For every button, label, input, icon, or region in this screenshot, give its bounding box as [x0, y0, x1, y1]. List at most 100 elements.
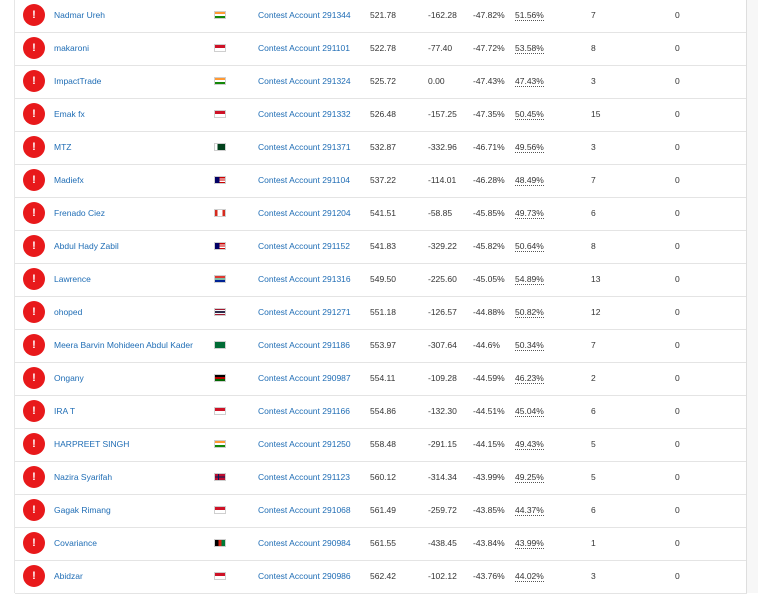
- winrate-percent[interactable]: 44.37%: [515, 506, 544, 516]
- alert-icon: !: [23, 565, 45, 587]
- winrate-percent[interactable]: 49.56%: [515, 143, 544, 153]
- table-row[interactable]: ! Lawrence Contest Account 291316 549.50 -22…: [15, 263, 747, 297]
- gain-percent: -43.84%: [473, 538, 505, 548]
- trades-count: 3: [591, 76, 596, 86]
- alert-icon: !: [23, 367, 45, 389]
- trader-name-link[interactable]: Meera Barvin Mohideen Abdul Kader: [54, 329, 193, 362]
- winrate-percent[interactable]: 53.58%: [515, 44, 544, 54]
- table-row[interactable]: ! Gagak Rimang Contest Account 291068 561.4…: [15, 494, 747, 528]
- account-link[interactable]: Contest Account 291324: [258, 65, 351, 98]
- trader-name-link[interactable]: Emak fx: [54, 98, 85, 131]
- table-row[interactable]: ! ohoped Contest Account 291271 551.18 -126.…: [15, 296, 747, 330]
- account-link[interactable]: Contest Account 290984: [258, 527, 351, 560]
- country-flag-icon: [214, 374, 226, 382]
- trader-name-link[interactable]: ImpactTrade: [54, 65, 101, 98]
- account-link[interactable]: Contest Account 291204: [258, 197, 351, 230]
- account-link[interactable]: Contest Account 291344: [258, 0, 351, 32]
- account-link[interactable]: Contest Account 291271: [258, 296, 351, 329]
- account-link[interactable]: Contest Account 291068: [258, 494, 351, 527]
- table-row[interactable]: ! Nazira Syarifah Contest Account 291123 56…: [15, 461, 747, 495]
- trader-name-link[interactable]: Abidzar: [54, 560, 83, 593]
- trader-name-link[interactable]: makaroni: [54, 32, 89, 65]
- winrate-percent[interactable]: 48.49%: [515, 176, 544, 186]
- winrate-percent[interactable]: 50.45%: [515, 110, 544, 120]
- table-row[interactable]: ! Ongany Contest Account 290987 554.11 -109.…: [15, 362, 747, 396]
- trader-name-link[interactable]: Covariance: [54, 527, 97, 560]
- profit-value: -132.30: [428, 406, 457, 416]
- table-row[interactable]: ! IRA T Contest Account 291166 554.86 -132.3…: [15, 395, 747, 429]
- extra-value: 0: [675, 43, 680, 53]
- trader-name-link[interactable]: Nadmar Ureh: [54, 0, 105, 32]
- trader-name-link[interactable]: Frenado Ciez: [54, 197, 105, 230]
- winrate-percent[interactable]: 44.02%: [515, 572, 544, 582]
- winrate-percent[interactable]: 49.25%: [515, 473, 544, 483]
- country-flag-icon: [214, 77, 226, 85]
- trader-name-link[interactable]: Ongany: [54, 362, 84, 395]
- table-row[interactable]: ! MTZ Contest Account 291371 532.87 -332.96 -…: [15, 131, 747, 165]
- equity-value: 526.48: [370, 109, 396, 119]
- table-row[interactable]: ! Emak fx Contest Account 291332 526.48 -157…: [15, 98, 747, 132]
- table-row[interactable]: ! Frenado Ciez Contest Account 291204 541.5…: [15, 197, 747, 231]
- account-link[interactable]: Contest Account 291123: [258, 461, 350, 494]
- alert-icon: !: [23, 532, 45, 554]
- table-row[interactable]: ! Meera Barvin Mohideen Abdul Kader Contes…: [15, 329, 747, 363]
- country-flag-icon: [214, 572, 226, 580]
- gain-percent: -47.43%: [473, 76, 505, 86]
- winrate-percent[interactable]: 50.34%: [515, 341, 544, 351]
- leaderboard-table: ! Nadmar Ureh Contest Account 291344 521.78…: [14, 0, 748, 594]
- account-link[interactable]: Contest Account 290986: [258, 560, 351, 593]
- alert-icon: !: [23, 334, 45, 356]
- trader-name-link[interactable]: IRA T: [54, 395, 75, 428]
- trades-count: 3: [591, 571, 596, 581]
- account-link[interactable]: Contest Account 291316: [258, 263, 351, 296]
- trader-name-link[interactable]: HARPREET SINGH: [54, 428, 129, 461]
- winrate-percent[interactable]: 49.43%: [515, 440, 544, 450]
- extra-value: 0: [675, 76, 680, 86]
- account-link[interactable]: Contest Account 291332: [258, 98, 351, 131]
- account-link[interactable]: Contest Account 291186: [258, 329, 350, 362]
- table-row[interactable]: ! Abidzar Contest Account 290986 562.42 -102…: [15, 560, 747, 594]
- account-link[interactable]: Contest Account 291166: [258, 395, 350, 428]
- equity-value: 553.97: [370, 340, 396, 350]
- table-row[interactable]: ! Abdul Hady Zabil Contest Account 291152 5…: [15, 230, 747, 264]
- winrate-percent[interactable]: 45.04%: [515, 407, 544, 417]
- winrate-percent[interactable]: 47.43%: [515, 77, 544, 87]
- equity-value: 537.22: [370, 175, 396, 185]
- alert-icon: !: [23, 37, 45, 59]
- profit-value: 0.00: [428, 76, 445, 86]
- account-link[interactable]: Contest Account 290987: [258, 362, 351, 395]
- table-row[interactable]: ! Madiefx Contest Account 291104 537.22 -114…: [15, 164, 747, 198]
- winrate-percent[interactable]: 50.64%: [515, 242, 544, 252]
- equity-value: 541.83: [370, 241, 396, 251]
- trader-name-link[interactable]: Abdul Hady Zabil: [54, 230, 119, 263]
- winrate-percent[interactable]: 46.23%: [515, 374, 544, 384]
- trader-name-link[interactable]: ohoped: [54, 296, 82, 329]
- trader-name-link[interactable]: Gagak Rimang: [54, 494, 111, 527]
- profit-value: -332.96: [428, 142, 457, 152]
- scrollbar-track[interactable]: [746, 0, 758, 593]
- table-row[interactable]: ! Covariance Contest Account 290984 561.55 -…: [15, 527, 747, 561]
- trader-name-link[interactable]: Lawrence: [54, 263, 91, 296]
- winrate-percent[interactable]: 54.89%: [515, 275, 544, 285]
- account-link[interactable]: Contest Account 291101: [258, 32, 350, 65]
- gain-percent: -44.6%: [473, 340, 500, 350]
- account-link[interactable]: Contest Account 291371: [258, 131, 351, 164]
- table-row[interactable]: ! ImpactTrade Contest Account 291324 525.72…: [15, 65, 747, 99]
- account-link[interactable]: Contest Account 291104: [258, 164, 350, 197]
- winrate-percent[interactable]: 50.82%: [515, 308, 544, 318]
- trades-count: 2: [591, 373, 596, 383]
- account-link[interactable]: Contest Account 291250: [258, 428, 351, 461]
- trader-name-link[interactable]: Madiefx: [54, 164, 84, 197]
- equity-value: 560.12: [370, 472, 396, 482]
- winrate-percent[interactable]: 51.56%: [515, 11, 544, 21]
- table-row[interactable]: ! HARPREET SINGH Contest Account 291250 558…: [15, 428, 747, 462]
- profit-value: -307.64: [428, 340, 457, 350]
- winrate-percent[interactable]: 43.99%: [515, 539, 544, 549]
- winrate-percent[interactable]: 49.73%: [515, 209, 544, 219]
- trader-name-link[interactable]: Nazira Syarifah: [54, 461, 112, 494]
- table-row[interactable]: ! makaroni Contest Account 291101 522.78 -77…: [15, 32, 747, 66]
- account-link[interactable]: Contest Account 291152: [258, 230, 350, 263]
- table-row[interactable]: ! Nadmar Ureh Contest Account 291344 521.78…: [15, 0, 747, 33]
- alert-icon: !: [23, 202, 45, 224]
- trader-name-link[interactable]: MTZ: [54, 131, 71, 164]
